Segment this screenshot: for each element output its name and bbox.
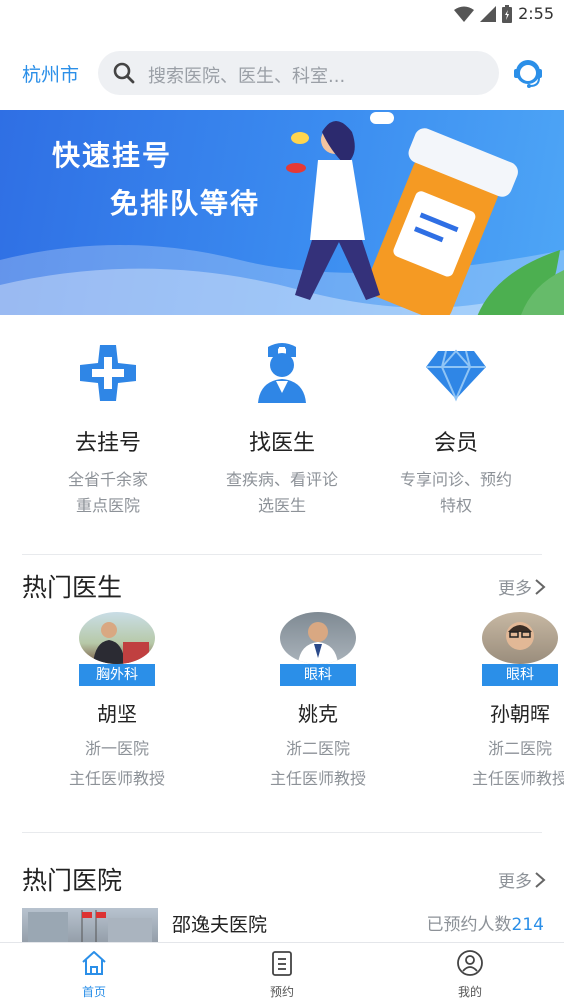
- booking-count-value: 214: [511, 915, 544, 935]
- chevron-right-icon: [535, 871, 546, 888]
- doctor-name: 胡坚: [97, 702, 137, 726]
- bottom-tab-bar: 首页 预约 我的: [0, 942, 564, 1002]
- chevron-right-icon: [535, 578, 546, 595]
- home-icon: [82, 951, 106, 975]
- doctor-photo: [506, 622, 534, 650]
- department-tag: 眼科: [482, 664, 558, 686]
- entry-desc-line: 重点医院: [75, 496, 140, 515]
- hot-doctors-title: 热门医生: [22, 573, 123, 602]
- battery-icon: [502, 4, 513, 23]
- signal-icon: [480, 5, 497, 22]
- hot-hospitals-more-link[interactable]: 更多: [498, 867, 546, 892]
- user-circle-icon: [457, 950, 483, 976]
- clock: 2:55: [518, 4, 554, 23]
- section-divider: [22, 832, 542, 833]
- entry-desc-line: 特权: [439, 496, 472, 515]
- doctor-hospital: 浙二医院: [487, 739, 552, 758]
- doctor-title: 主任医师教授: [68, 769, 165, 788]
- promo-banner[interactable]: 快速挂号 免排队等待: [0, 110, 564, 315]
- hospital-booking-count: 已预约人数214: [427, 910, 544, 935]
- search-input[interactable]: 搜索医院、医生、科室...: [98, 51, 499, 95]
- doctor-hospital: 浙一医院: [84, 739, 149, 758]
- hospital-photo: [28, 910, 152, 944]
- search-icon: [113, 62, 135, 84]
- status-icons: 2:55: [454, 4, 554, 23]
- booking-count-label: 已预约人数: [426, 915, 512, 935]
- doctor-hospital: 浙二医院: [285, 739, 350, 758]
- doctor-title: 主任医师教授: [269, 769, 366, 788]
- section-divider: [22, 554, 542, 555]
- doctor-photo: [93, 622, 149, 664]
- customer-service-icon[interactable]: [511, 56, 545, 90]
- hospital-thumbnail: [22, 908, 158, 944]
- quick-entries: 去挂号 全省千余家 重点医院 找医生 查疾病、看评论 选医生 会员 专享问诊、预…: [0, 335, 564, 525]
- header: 杭州市 搜索医院、医生、科室...: [0, 44, 564, 104]
- hot-doctors-more-link[interactable]: 更多: [498, 574, 546, 599]
- entry-desc: 专享问诊、预约 特权: [366, 467, 546, 519]
- tab-appointments[interactable]: 预约: [232, 949, 332, 1000]
- entry-find-doctor[interactable]: 找医生 查疾病、看评论 选医生: [192, 335, 372, 519]
- entry-desc-line: 选医生: [257, 496, 306, 515]
- entry-title: 会员: [433, 431, 478, 456]
- tab-label: 首页: [81, 985, 106, 999]
- entry-desc: 查疾病、看评论 选医生: [192, 467, 372, 519]
- entry-register[interactable]: 去挂号 全省千余家 重点医院: [18, 335, 198, 519]
- nurse-icon: [258, 343, 306, 403]
- doctor-name: 姚克: [298, 702, 338, 726]
- avatar: [280, 612, 356, 664]
- wifi-icon: [454, 6, 475, 22]
- doctor-card[interactable]: 胸外科 胡坚 浙一医院 主任医师教授: [32, 612, 202, 789]
- avatar: [482, 612, 558, 664]
- doctor-list: 胸外科 胡坚 浙一医院 主任医师教授 眼科 姚克 浙二医院 主任医师教授 眼科 …: [0, 612, 564, 792]
- hot-hospitals-title: 热门医院: [22, 866, 123, 895]
- doctor-name: 孙朝晖: [490, 702, 550, 726]
- entry-title: 找医生: [248, 431, 315, 456]
- department-tag: 胸外科: [79, 664, 155, 686]
- doctor-card[interactable]: 眼科 姚克 浙二医院 主任医师教授: [233, 612, 403, 789]
- doctor-card[interactable]: 眼科 孙朝晖 浙二医院 主任医师教授: [435, 612, 564, 789]
- more-label: 更多: [498, 579, 532, 599]
- banner-headline: 快速挂号: [52, 139, 173, 172]
- more-label: 更多: [498, 872, 532, 892]
- banner-subheadline: 免排队等待: [110, 187, 261, 220]
- entry-desc-line: 专享问诊、预约: [399, 470, 512, 489]
- hospital-list-item[interactable]: 邵逸夫医院 已预约人数214: [22, 906, 544, 944]
- diamond-icon: [426, 349, 486, 402]
- medical-cross-icon: [80, 345, 136, 401]
- entry-desc: 全省千余家 重点医院: [18, 467, 198, 519]
- tab-label: 我的: [457, 985, 482, 999]
- entry-title: 去挂号: [74, 431, 141, 456]
- entry-desc-line: 查疾病、看评论: [225, 470, 338, 489]
- doctor-title: 主任医师教授: [471, 769, 564, 788]
- department-tag: 眼科: [280, 664, 356, 686]
- city-selector[interactable]: 杭州市: [22, 60, 79, 87]
- tab-profile[interactable]: 我的: [420, 949, 520, 1000]
- clipboard-icon: [272, 951, 292, 976]
- doctor-photo: [298, 622, 338, 664]
- entry-desc-line: 全省千余家: [67, 470, 148, 489]
- avatar: [79, 612, 155, 664]
- hospital-name: 邵逸夫医院: [172, 914, 268, 936]
- tab-home[interactable]: 首页: [44, 949, 144, 1000]
- status-bar: 2:55: [0, 0, 564, 32]
- search-placeholder: 搜索医院、医生、科室...: [148, 66, 346, 87]
- tab-label: 预约: [269, 985, 294, 999]
- entry-membership[interactable]: 会员 专享问诊、预约 特权: [366, 335, 546, 519]
